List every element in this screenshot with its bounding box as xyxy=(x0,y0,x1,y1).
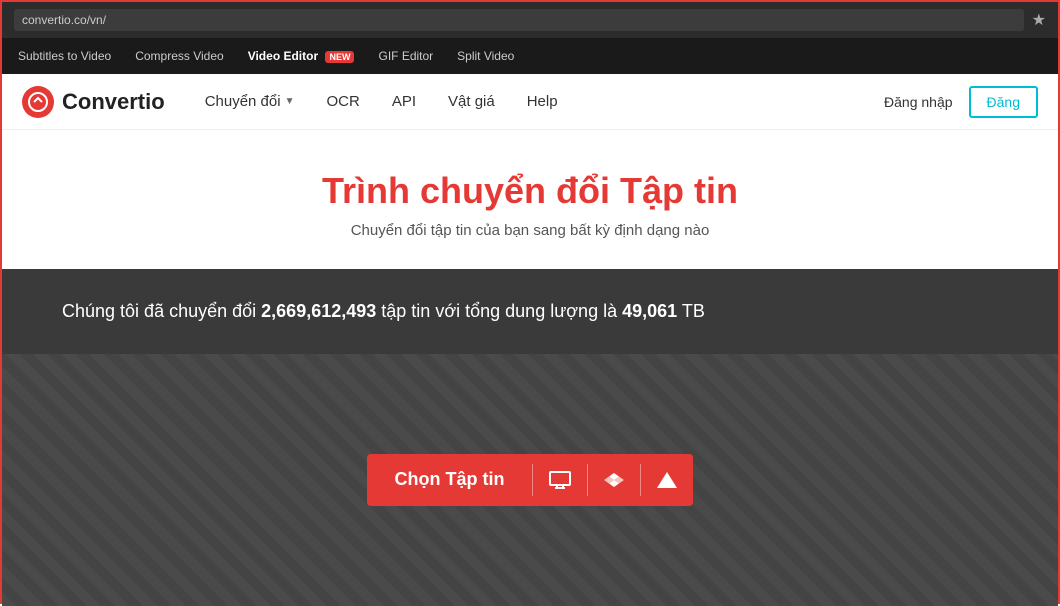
stats-prefix: Chúng tôi đã chuyển đổi xyxy=(62,301,261,321)
bookmark-icon[interactable]: ★ xyxy=(1032,10,1046,30)
upload-section: Chọn Tập tin xyxy=(2,354,1058,606)
top-menu-item-subtitles[interactable]: Subtitles to Video xyxy=(18,49,111,63)
stats-files-count: 2,669,612,493 xyxy=(261,301,376,321)
browser-chrome: convertio.co/vn/ ★ xyxy=(2,2,1058,38)
logo[interactable]: Convertio xyxy=(22,86,165,118)
dropbox-icon[interactable] xyxy=(588,454,640,506)
upload-area: Chọn Tập tin xyxy=(347,434,714,526)
nav-links: Chuyển đổi ▼ OCR API Vật giá Help xyxy=(205,93,884,110)
monitor-icon[interactable] xyxy=(533,454,587,506)
upload-button-group: Chọn Tập tin xyxy=(367,454,694,506)
google-drive-icon[interactable] xyxy=(641,454,693,506)
top-menu-item-split[interactable]: Split Video xyxy=(457,49,514,63)
top-menu-item-video-editor[interactable]: Video Editor NEW xyxy=(248,49,355,63)
nav-right: Đăng nhập Đăng xyxy=(884,86,1038,118)
stats-bar: Chúng tôi đã chuyển đổi 2,669,612,493 tậ… xyxy=(2,269,1058,354)
nav-ocr[interactable]: OCR xyxy=(326,93,359,110)
top-menu-bar: Subtitles to Video Compress Video Video … xyxy=(2,38,1058,74)
logo-text: Convertio xyxy=(62,89,165,115)
stats-tb-count: 49,061 xyxy=(622,301,677,321)
nav-vat-gia[interactable]: Vật giá xyxy=(448,93,495,110)
url-text: convertio.co/vn/ xyxy=(22,13,106,27)
register-button[interactable]: Đăng xyxy=(969,86,1038,118)
login-button[interactable]: Đăng nhập xyxy=(884,94,953,110)
logo-icon xyxy=(22,86,54,118)
hero-title: Trình chuyển đổi Tập tin xyxy=(22,170,1038,212)
choose-file-button[interactable]: Chọn Tập tin xyxy=(367,454,533,506)
new-badge: NEW xyxy=(325,51,354,63)
top-menu-item-gif[interactable]: GIF Editor xyxy=(378,49,433,63)
hero-subtitle: Chuyển đổi tập tin của bạn sang bất kỳ đ… xyxy=(22,222,1038,239)
hero-section: Trình chuyển đổi Tập tin Chuyển đổi tập … xyxy=(2,130,1058,269)
nav-api[interactable]: API xyxy=(392,93,416,110)
nav-chuyen-doi[interactable]: Chuyển đổi ▼ xyxy=(205,93,295,110)
url-bar[interactable]: convertio.co/vn/ xyxy=(14,9,1024,31)
stats-middle: tập tin với tổng dung lượng là xyxy=(376,301,622,321)
nav-help[interactable]: Help xyxy=(527,93,558,110)
main-nav: Convertio Chuyển đổi ▼ OCR API Vật giá H… xyxy=(2,74,1058,130)
chevron-down-icon: ▼ xyxy=(285,96,295,107)
top-menu-item-compress[interactable]: Compress Video xyxy=(135,49,224,63)
stats-suffix: TB xyxy=(677,301,705,321)
